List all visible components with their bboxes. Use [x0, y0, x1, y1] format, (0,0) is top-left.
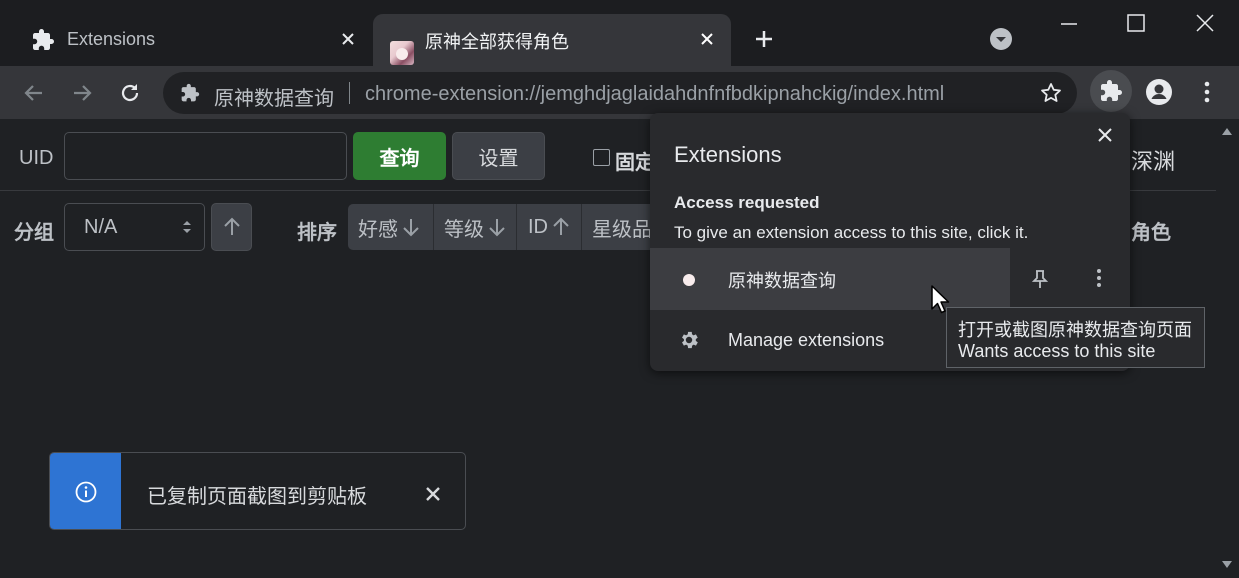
query-button[interactable]: 查询 [353, 132, 446, 180]
arrow-up-icon [223, 217, 241, 237]
extension-row[interactable]: 原神数据查询 [650, 248, 1010, 310]
sort-option-rarity[interactable]: 星级品 [582, 204, 652, 250]
mouse-cursor-icon [931, 285, 951, 315]
profile-avatar-icon[interactable] [1145, 78, 1173, 106]
sort-option-label: 星级品 [592, 218, 652, 241]
menu-kebab-icon[interactable] [1203, 80, 1211, 104]
popup-title: Extensions [674, 142, 782, 167]
tooltip-line-2: Wants access to this site [958, 341, 1156, 361]
uid-input[interactable] [64, 132, 347, 180]
minimize-icon[interactable] [1059, 14, 1079, 34]
tooltip-line-1: 打开或截图原神数据查询页面 [958, 320, 1192, 340]
character-favicon-icon [390, 41, 414, 65]
toast-icon-panel [50, 453, 121, 529]
omnibox-separator [349, 82, 350, 104]
toast-close-icon[interactable] [425, 486, 441, 502]
sort-option-label: ID [528, 215, 548, 238]
group-label: 分组 [14, 222, 54, 244]
sort-option-id[interactable]: ID [517, 204, 582, 250]
close-tab-icon[interactable] [695, 27, 719, 51]
sort-option-label: 好感 [358, 218, 398, 241]
scroll-up-icon[interactable] [1222, 127, 1232, 135]
puzzle-icon [31, 28, 55, 52]
extension-name: 原神数据查询 [728, 271, 836, 291]
url-text[interactable]: chrome-extension://jemghdjaglaidahdnfnfb… [365, 83, 944, 106]
access-heading: Access requested [674, 193, 820, 212]
arrow-up-icon [552, 217, 570, 237]
forward-icon[interactable] [65, 76, 99, 110]
close-window-icon[interactable] [1196, 14, 1214, 32]
select-arrows-icon [181, 219, 193, 235]
sort-label: 排序 [297, 222, 337, 244]
page-scrollbar[interactable] [1216, 119, 1239, 578]
tab-characters[interactable]: 原神全部获得角色 [373, 14, 731, 66]
tab-title: 原神全部获得角色 [425, 32, 569, 52]
tab-title: Extensions [67, 29, 156, 49]
extension-more-icon[interactable] [1096, 268, 1102, 288]
new-tab-icon[interactable] [752, 27, 776, 51]
sort-option-favor[interactable]: 好感 [348, 204, 434, 250]
settings-button[interactable]: 设置 [452, 132, 545, 180]
maximize-icon[interactable] [1127, 14, 1145, 32]
uid-label: UID [19, 147, 54, 169]
extension-tooltip: 打开或截图原神数据查询页面 Wants access to this site [946, 307, 1205, 368]
extension-puzzle-icon [180, 83, 200, 103]
group-order-button[interactable] [211, 203, 252, 251]
back-icon[interactable] [17, 76, 51, 110]
copy-toast: 已复制页面截图到剪贴板 [49, 452, 466, 530]
toast-message: 已复制页面截图到剪贴板 [147, 486, 367, 508]
tab-search-icon[interactable] [989, 27, 1013, 51]
access-description: To give an extension access to this site… [674, 223, 1029, 242]
extensions-button[interactable] [1090, 70, 1132, 112]
group-select-value: N/A [84, 215, 118, 238]
reload-icon[interactable] [113, 76, 147, 110]
sort-option-label: 等级 [444, 218, 484, 241]
scroll-down-icon[interactable] [1222, 561, 1232, 569]
pin-label: 固定 [615, 152, 655, 174]
arrow-down-icon [488, 217, 506, 237]
pin-extension-icon[interactable] [1032, 269, 1048, 289]
sort-option-level[interactable]: 等级 [434, 204, 517, 250]
puzzle-icon [1099, 79, 1123, 103]
close-tab-icon[interactable] [336, 27, 360, 51]
popup-close-icon[interactable] [1098, 128, 1112, 142]
manage-extensions-row[interactable]: Manage extensions [650, 310, 950, 370]
site-name: 原神数据查询 [214, 88, 334, 110]
arrow-down-icon [402, 217, 420, 237]
info-icon [75, 481, 97, 503]
pin-checkbox[interactable] [593, 149, 610, 166]
manage-extensions-label: Manage extensions [728, 330, 885, 350]
tab-strip: Extensions 原神全部获得角色 [0, 0, 1239, 66]
address-bar[interactable]: 原神数据查询 chrome-extension://jemghdjaglaida… [163, 72, 1077, 114]
gear-icon [678, 329, 700, 351]
tab-extensions[interactable]: Extensions [14, 14, 370, 66]
browser-toolbar: 原神数据查询 chrome-extension://jemghdjaglaida… [0, 66, 1239, 119]
bookmark-star-icon[interactable] [1039, 81, 1063, 105]
characters-label: 角色 [1131, 222, 1171, 244]
abyss-label[interactable]: 深渊 [1131, 144, 1175, 176]
group-select[interactable]: N/A [64, 203, 205, 251]
